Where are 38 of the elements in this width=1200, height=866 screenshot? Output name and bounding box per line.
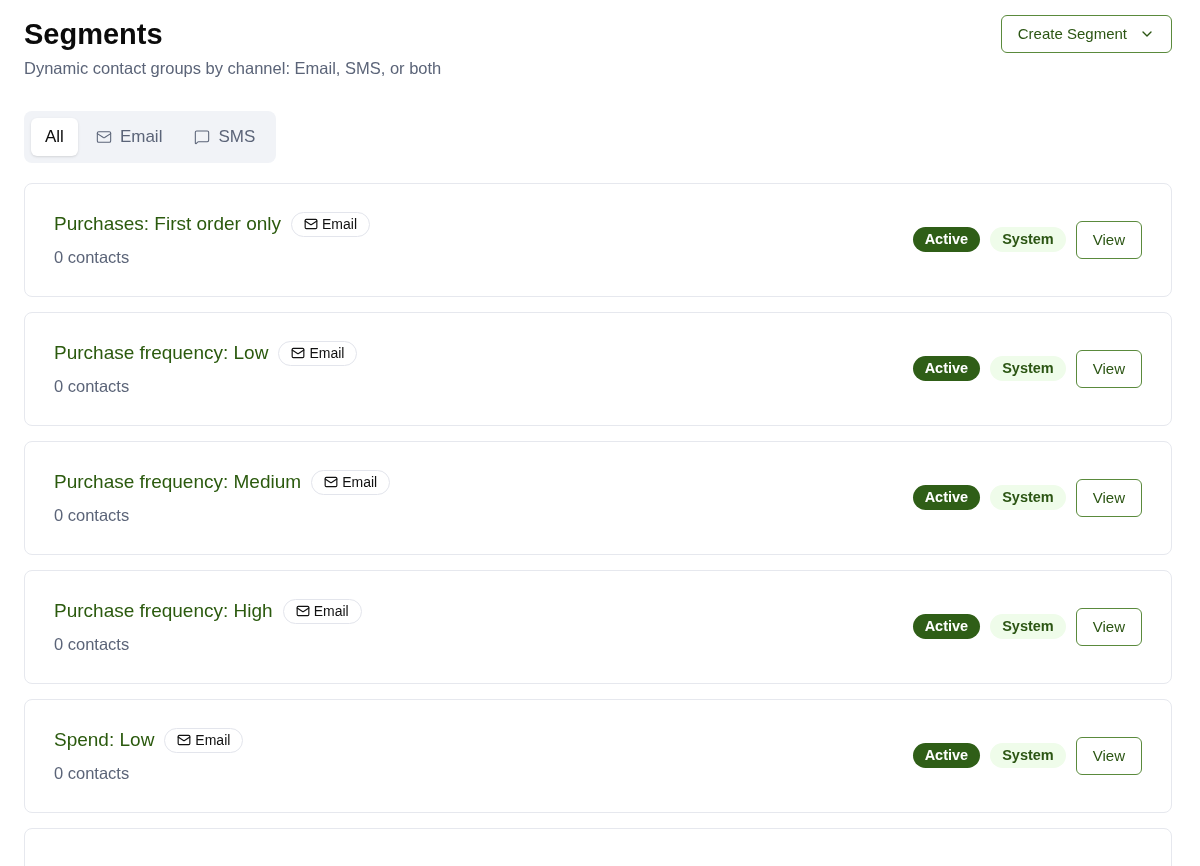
status-badge: Active [912,743,981,769]
filter-tab[interactable]: Email [81,117,177,156]
type-badge: System [990,227,1066,253]
status-badge: Active [912,356,981,382]
page-subtitle: Dynamic contact groups by channel: Email, SMS, or both [24,58,442,79]
segment-name[interactable]: Purchase frequency: Medium [54,468,302,497]
chat-bubble-icon [194,128,211,145]
mail-icon [95,128,112,145]
view-button[interactable]: View [1075,736,1142,775]
type-badge: System [990,485,1066,511]
type-badge: System [990,356,1066,382]
status-badge: Active [912,227,981,253]
mail-icon [324,475,339,490]
contact-count: 0 contacts [54,504,131,526]
contact-count: 0 contacts [54,633,131,655]
mail-icon [304,217,319,232]
mail-icon [295,604,310,619]
segment-name[interactable]: Purchase frequency: High [54,597,273,626]
view-button[interactable]: View [1075,220,1142,259]
segment-name[interactable]: Purchases: First order only [54,210,282,239]
contact-count: 0 contacts [54,246,131,268]
filter-tab[interactable]: All [31,117,78,156]
status-badge: Active [912,614,981,640]
status-badge: Active [912,485,981,511]
type-badge: System [990,614,1066,640]
type-badge: System [990,743,1066,769]
mail-icon [177,733,192,748]
mail-icon [291,346,306,361]
view-button[interactable]: View [1075,349,1142,388]
view-button[interactable]: View [1075,478,1142,517]
create-segment-button[interactable]: Create Segment [1000,15,1172,53]
contact-count: 0 contacts [54,375,131,397]
contact-count: 0 contacts [54,762,131,784]
segment-name[interactable]: Spend: Low [54,726,155,755]
filter-tab[interactable]: SMS [180,117,270,156]
page-title: Segments [24,17,164,52]
view-button[interactable]: View [1075,607,1142,646]
segment-name[interactable]: Purchase frequency: Low [54,339,269,368]
